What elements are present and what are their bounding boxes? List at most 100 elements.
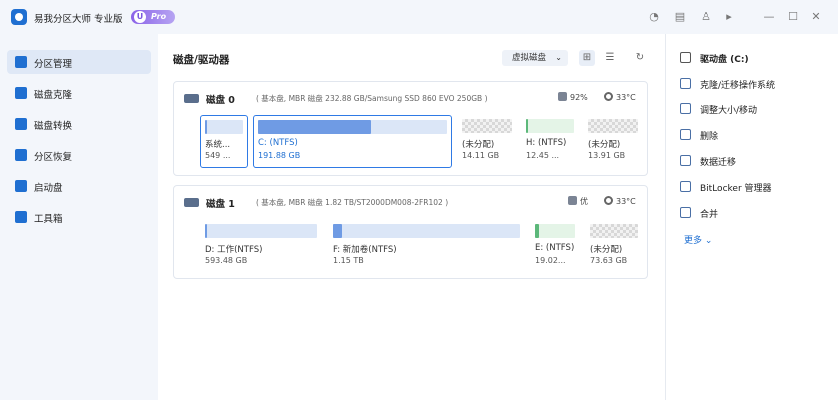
partition-name: H: (NTFS) (526, 138, 567, 148)
sidebar: 分区管理 磁盘克隆 磁盘转换 分区恢复 启动盘 工具箱 (0, 34, 158, 400)
sidebar-item-label: 磁盘转换 (34, 121, 73, 132)
page-title: 磁盘/驱动器 (173, 54, 230, 66)
virtual-disk-select[interactable]: 虚拟磁盘 ⌄ (502, 50, 568, 66)
main-panel: 磁盘/驱动器 虚拟磁盘 ⌄ ⊞ ☰ ↻ 磁盘 0 ( 基本盘, MBR 磁盘 2… (158, 34, 665, 400)
close-icon[interactable]: ✕ (809, 10, 823, 24)
resize-move-icon (680, 103, 691, 114)
data-migration-icon (680, 155, 691, 166)
partition-usage-bar (333, 224, 520, 238)
sidebar-item-disk-convert[interactable]: 磁盘转换 (7, 112, 151, 136)
partition-size: 593.48 GB (205, 256, 248, 265)
pro-badge-label: Pro (151, 12, 167, 21)
partition-size: 13.91 GB (588, 151, 626, 160)
sidebar-item-boot-disk[interactable]: 启动盘 (7, 174, 151, 198)
partition-unallocated[interactable]: (未分配) 13.91 GB (588, 119, 638, 164)
refresh-icon[interactable]: ↻ (632, 50, 648, 66)
partition-usage-bar (462, 119, 512, 133)
clone-os-icon (680, 78, 691, 89)
partition-usage-bar (590, 224, 638, 238)
selected-drive-label: 驱动盘 (C:) (700, 55, 749, 65)
partition-e[interactable]: E: (NTFS) 19.02... (535, 224, 575, 269)
partition-usage-bar (258, 120, 447, 134)
disk-card-1[interactable]: 磁盘 1 ( 基本盘, MBR 磁盘 1.82 TB/ST2000DM008-2… (173, 185, 648, 279)
partition-c[interactable]: C: (NTFS) 191.88 GB (253, 115, 452, 168)
hard-disk-icon (184, 94, 199, 103)
merge-icon (680, 207, 691, 218)
partition-name: 系统... (205, 140, 231, 150)
partition-size: 14.11 GB (462, 151, 500, 160)
disk-temperature: 33°C (604, 92, 636, 102)
partition-usage-fill (526, 119, 529, 133)
partition-usage-bar (526, 119, 574, 133)
partition-usage-bar (205, 120, 243, 134)
partition-name: (未分配) (588, 140, 621, 150)
sidebar-item-label: 启动盘 (34, 183, 63, 194)
partition-name: D: 工作(NTFS) (205, 245, 263, 255)
partition-usage-bar (205, 224, 317, 238)
disk-health: 优 (568, 196, 588, 207)
disk-convert-icon (15, 118, 27, 130)
partition-name: E: (NTFS) (535, 243, 575, 253)
disk-name: 磁盘 0 (206, 95, 235, 106)
partition-usage-bar (588, 119, 638, 133)
partition-usage-fill (205, 224, 208, 238)
partition-size: 12.45 ... (526, 151, 560, 160)
partition-usage-fill (258, 120, 372, 134)
sidebar-item-partition-recovery[interactable]: 分区恢复 (7, 143, 151, 167)
grid-view-icon[interactable]: ⊞ (579, 50, 595, 66)
toolbox-icon (15, 211, 27, 223)
disk-header: 磁盘 0 ( 基本盘, MBR 磁盘 232.88 GB/Samsung SSD… (184, 91, 639, 106)
disk-name: 磁盘 1 (206, 199, 235, 210)
operations-panel: 驱动盘 (C:) 克隆/迁移操作系统 调整大小/移动 删除 数据迁移 BitLo… (665, 34, 838, 400)
virtual-disk-select-label: 虚拟磁盘 (512, 53, 547, 63)
disk-info: ( 基本盘, MBR 磁盘 232.88 GB/Samsung SSD 860 … (256, 94, 488, 103)
shirt-icon[interactable]: ♙ (699, 10, 713, 24)
partition-size: 73.63 GB (590, 256, 628, 265)
delete-icon (680, 129, 691, 140)
list-view-icon[interactable]: ☰ (602, 50, 618, 66)
sidebar-item-label: 分区管理 (34, 59, 73, 70)
partition-unallocated[interactable]: (未分配) 73.63 GB (590, 224, 638, 269)
sidebar-item-disk-clone[interactable]: 磁盘克隆 (7, 81, 151, 105)
app-logo-icon (11, 9, 27, 25)
thermometer-icon (604, 92, 613, 101)
hard-disk-icon (184, 198, 199, 207)
chevron-down-icon: ⌄ (555, 53, 562, 62)
thermometer-icon (604, 196, 613, 205)
partition-recovery-icon (15, 149, 27, 161)
partition-usage-fill (205, 120, 207, 134)
partition-size: 549 ... (205, 151, 231, 160)
headset-icon[interactable]: ◔ (647, 10, 661, 24)
partition-system[interactable]: 系统... 549 ... (200, 115, 248, 168)
partition-size: 191.88 GB (258, 151, 301, 160)
partition-name: C: (NTFS) (258, 138, 298, 148)
partition-d[interactable]: D: 工作(NTFS) 593.48 GB (205, 224, 317, 269)
partition-usage-fill (333, 224, 343, 238)
more-actions-link[interactable]: 更多 ⌄ (684, 233, 712, 246)
disk-health: 92% (558, 92, 588, 102)
health-icon (568, 196, 577, 205)
sidebar-item-label: 分区恢复 (34, 152, 73, 163)
boot-disk-icon (15, 180, 27, 192)
document-icon[interactable]: ▤ (673, 10, 687, 24)
sidebar-item-toolbox[interactable]: 工具箱 (7, 205, 151, 229)
app-title: 易我分区大师 专业版 (34, 14, 123, 25)
partition-usage-bar (535, 224, 575, 238)
disk-clone-icon (15, 87, 27, 99)
disk-card-0[interactable]: 磁盘 0 ( 基本盘, MBR 磁盘 232.88 GB/Samsung SSD… (173, 81, 648, 176)
bitlocker-icon (680, 181, 691, 192)
maximize-icon[interactable]: ☐ (786, 10, 800, 24)
disk-temperature: 33°C (604, 196, 636, 206)
play-icon[interactable]: ▸ (722, 10, 736, 24)
pro-badge[interactable]: U Pro (131, 10, 175, 24)
partition-h[interactable]: H: (NTFS) 12.45 ... (526, 119, 574, 164)
partition-unallocated[interactable]: (未分配) 14.11 GB (462, 119, 512, 164)
drive-icon (680, 52, 691, 63)
partition-name: (未分配) (590, 245, 623, 255)
partition-usage-fill (535, 224, 539, 238)
partition-f[interactable]: F: 新加卷(NTFS) 1.15 TB (333, 224, 520, 269)
minimize-icon[interactable]: — (762, 10, 776, 24)
pro-badge-u-icon: U (134, 11, 146, 23)
sidebar-item-partition-management[interactable]: 分区管理 (7, 50, 151, 74)
health-icon (558, 92, 567, 101)
